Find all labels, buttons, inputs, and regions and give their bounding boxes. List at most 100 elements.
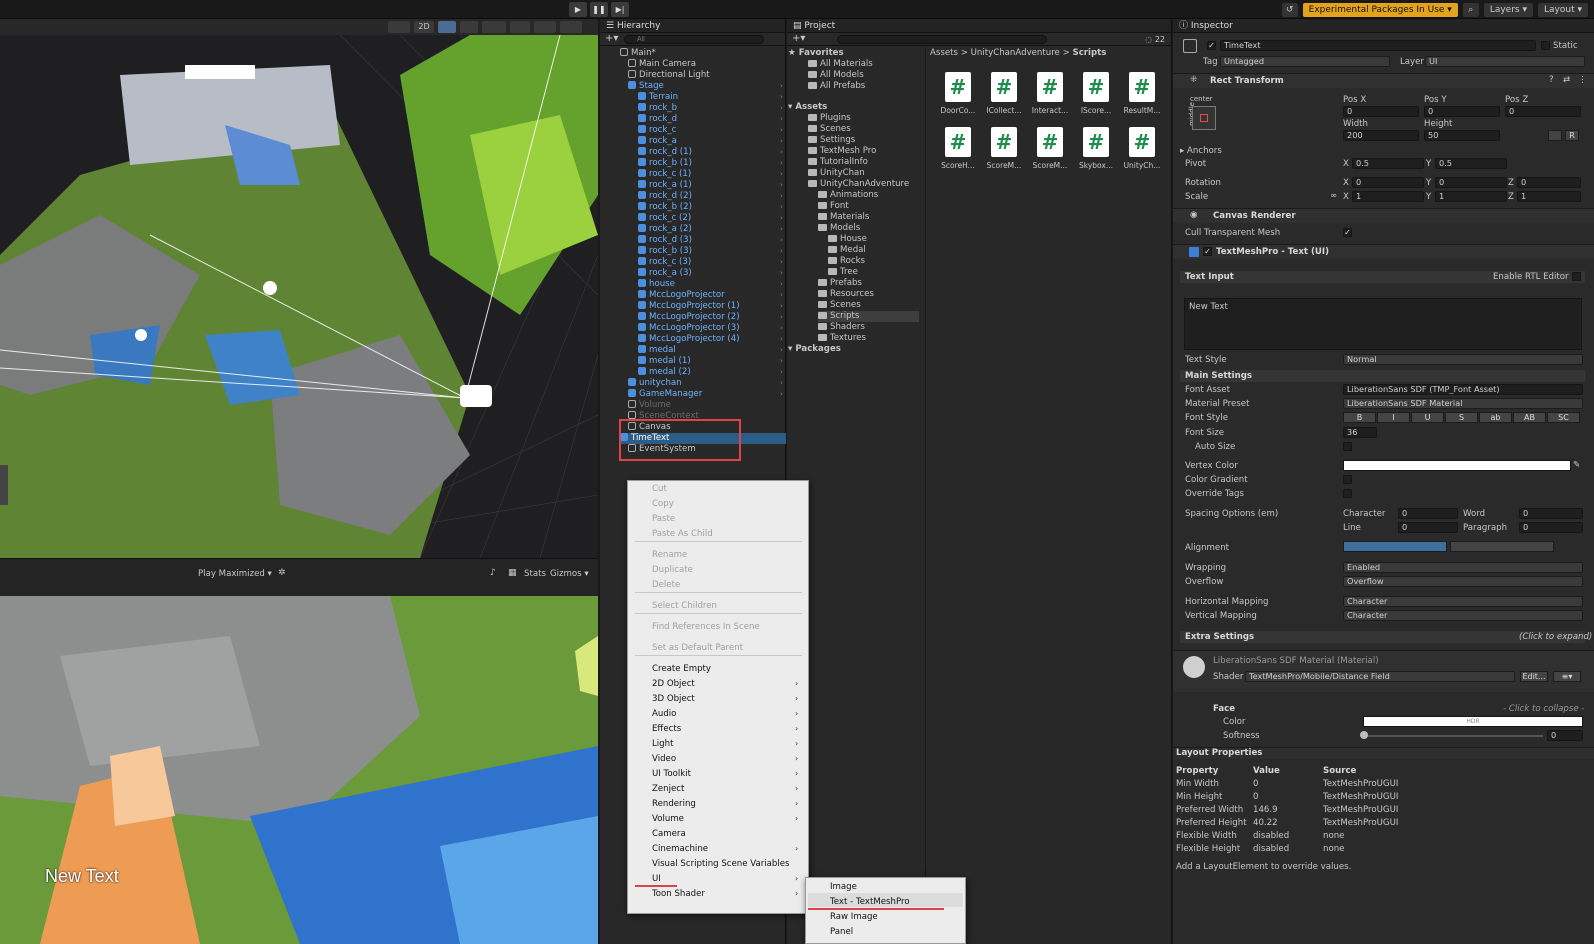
hierarchy-row[interactable]: rock_c bbox=[638, 125, 676, 136]
shading-mode-dropdown[interactable] bbox=[388, 21, 410, 33]
breadcrumb-assets[interactable]: Assets bbox=[930, 48, 958, 58]
chevron-right-icon[interactable]: › bbox=[780, 379, 783, 387]
static-checkbox[interactable] bbox=[1541, 41, 1550, 50]
chevron-right-icon[interactable]: › bbox=[780, 346, 783, 354]
rtl-checkbox[interactable] bbox=[1572, 272, 1581, 281]
shader-options-button[interactable]: ≡▾ bbox=[1553, 671, 1581, 682]
hierarchy-row[interactable]: rock_a (2) bbox=[638, 224, 692, 235]
vertex-color-swatch[interactable] bbox=[1343, 460, 1571, 471]
font-size-field[interactable]: 36 bbox=[1343, 427, 1377, 438]
chevron-right-icon[interactable]: › bbox=[780, 82, 783, 90]
menu-item[interactable]: Cinemachine bbox=[652, 842, 708, 856]
hierarchy-row[interactable]: Terrain bbox=[638, 92, 678, 103]
blueprint-mode-button[interactable] bbox=[1548, 130, 1562, 141]
hierarchy-row[interactable]: Volume bbox=[628, 400, 671, 411]
cs-script-icon[interactable]: # bbox=[1083, 127, 1109, 157]
project-tree-item[interactable]: ▾ Packages bbox=[788, 344, 841, 355]
hierarchy-row[interactable]: medal (2) bbox=[638, 367, 691, 378]
cs-script-icon[interactable]: # bbox=[991, 127, 1017, 157]
project-tree-item[interactable]: Medal bbox=[828, 245, 866, 256]
cs-script-icon[interactable]: # bbox=[1083, 72, 1109, 102]
project-tree-item[interactable]: Textures bbox=[818, 333, 866, 344]
menu-item[interactable]: Light bbox=[652, 737, 673, 751]
hierarchy-row[interactable]: MccLogoProjector bbox=[638, 290, 725, 301]
inspector-tab[interactable]: ⓘ Inspector bbox=[1173, 19, 1594, 33]
text-style-dropdown[interactable]: Normal bbox=[1343, 354, 1583, 365]
hierarchy-row[interactable]: rock_d (2) bbox=[638, 191, 692, 202]
project-tree-item[interactable]: All Prefabs bbox=[808, 81, 865, 92]
menu-item[interactable]: UI bbox=[652, 872, 661, 886]
project-search-input[interactable] bbox=[837, 35, 1047, 44]
project-tree-item[interactable]: Settings bbox=[808, 135, 855, 146]
project-tree-item[interactable]: ▾ Assets bbox=[788, 102, 827, 113]
project-tree-item[interactable]: All Models bbox=[808, 70, 864, 81]
chevron-right-icon[interactable]: › bbox=[780, 225, 783, 233]
lighting-toggle-icon[interactable] bbox=[438, 21, 456, 33]
pos-z-field[interactable]: 0 bbox=[1505, 106, 1581, 117]
chevron-right-icon[interactable]: › bbox=[780, 181, 783, 189]
effects-toggle-icon[interactable] bbox=[482, 21, 506, 33]
hidden-objects-icon[interactable] bbox=[510, 21, 530, 33]
font-style-button[interactable]: U bbox=[1411, 412, 1444, 423]
active-checkbox[interactable]: ✓ bbox=[1207, 41, 1216, 50]
menu-item[interactable]: Video bbox=[652, 752, 676, 766]
pos-x-field[interactable]: 0 bbox=[1343, 106, 1419, 117]
submenu-item[interactable]: Text - TextMeshPro bbox=[830, 895, 910, 909]
project-tree-item[interactable]: Models bbox=[818, 223, 860, 234]
project-tree-item[interactable]: Scripts bbox=[818, 311, 919, 322]
menu-item[interactable]: UI Toolkit bbox=[652, 767, 691, 781]
softness-slider-handle[interactable] bbox=[1360, 731, 1368, 739]
constrain-link-icon[interactable]: ∞ bbox=[1330, 191, 1337, 201]
cs-script-icon[interactable]: # bbox=[1037, 72, 1063, 102]
rotation-x-field[interactable]: 0 bbox=[1352, 177, 1424, 188]
horizontal-mapping-dropdown[interactable]: Character bbox=[1343, 596, 1583, 607]
cull-checkbox[interactable]: ✓ bbox=[1343, 228, 1352, 237]
chevron-right-icon[interactable]: › bbox=[780, 170, 783, 178]
project-tree-item[interactable]: TutorialInfo bbox=[808, 157, 868, 168]
scale-x-field[interactable]: 1 bbox=[1352, 191, 1424, 202]
hierarchy-row[interactable]: Main* bbox=[620, 48, 656, 59]
softness-slider-track[interactable] bbox=[1363, 735, 1543, 737]
width-field[interactable]: 200 bbox=[1343, 130, 1419, 141]
bug-icon[interactable]: ✲ bbox=[278, 568, 286, 578]
hierarchy-search-input[interactable] bbox=[624, 35, 764, 44]
project-tree-item[interactable]: Rocks bbox=[828, 256, 865, 267]
scale-y-field[interactable]: 1 bbox=[1435, 191, 1507, 202]
menu-item[interactable]: Create Empty bbox=[652, 662, 711, 676]
project-tree-item[interactable]: House bbox=[828, 234, 867, 245]
chevron-right-icon[interactable]: › bbox=[780, 313, 783, 321]
chevron-right-icon[interactable]: › bbox=[780, 335, 783, 343]
color-gradient-checkbox[interactable] bbox=[1343, 475, 1352, 484]
chevron-right-icon[interactable]: › bbox=[780, 126, 783, 134]
height-field[interactable]: 50 bbox=[1424, 130, 1500, 141]
line-spacing-field[interactable]: 0 bbox=[1398, 522, 1458, 533]
hierarchy-row[interactable]: MccLogoProjector (3) bbox=[638, 323, 740, 334]
project-tree-item[interactable]: Plugins bbox=[808, 113, 851, 124]
chevron-right-icon[interactable]: › bbox=[780, 357, 783, 365]
menu-item[interactable]: Camera bbox=[652, 827, 686, 841]
pivot-x-field[interactable]: 0.5 bbox=[1352, 158, 1424, 169]
scale-z-field[interactable]: 1 bbox=[1517, 191, 1581, 202]
gizmos-dropdown[interactable]: Gizmos ▾ bbox=[550, 569, 589, 579]
project-tree-item[interactable]: Animations bbox=[818, 190, 878, 201]
project-tree-item[interactable]: Resources bbox=[818, 289, 874, 300]
overflow-dropdown[interactable]: Overflow bbox=[1343, 576, 1583, 587]
hierarchy-row[interactable]: Stage bbox=[628, 81, 664, 92]
project-tree-item[interactable]: Tree bbox=[828, 267, 858, 278]
chevron-right-icon[interactable]: › bbox=[780, 104, 783, 112]
hierarchy-row[interactable]: Main Camera bbox=[628, 59, 696, 70]
chevron-right-icon[interactable]: › bbox=[780, 236, 783, 244]
font-style-button[interactable]: I bbox=[1377, 412, 1410, 423]
auto-size-checkbox[interactable] bbox=[1343, 442, 1352, 451]
hierarchy-row[interactable]: GameManager bbox=[628, 389, 702, 400]
project-tree-item[interactable]: Scenes bbox=[818, 300, 861, 311]
hidden-packages-count[interactable]: ◌ 22 bbox=[1145, 33, 1165, 46]
chevron-right-icon[interactable]: › bbox=[780, 269, 783, 277]
submenu-item[interactable]: Panel bbox=[830, 925, 853, 939]
face-color-swatch[interactable]: HDR bbox=[1363, 716, 1583, 727]
menu-item[interactable]: Audio bbox=[652, 707, 676, 721]
game-view[interactable] bbox=[0, 596, 598, 944]
chevron-right-icon[interactable]: › bbox=[780, 115, 783, 123]
cs-script-icon[interactable]: # bbox=[1129, 72, 1155, 102]
hierarchy-row[interactable]: rock_d (1) bbox=[638, 147, 692, 158]
